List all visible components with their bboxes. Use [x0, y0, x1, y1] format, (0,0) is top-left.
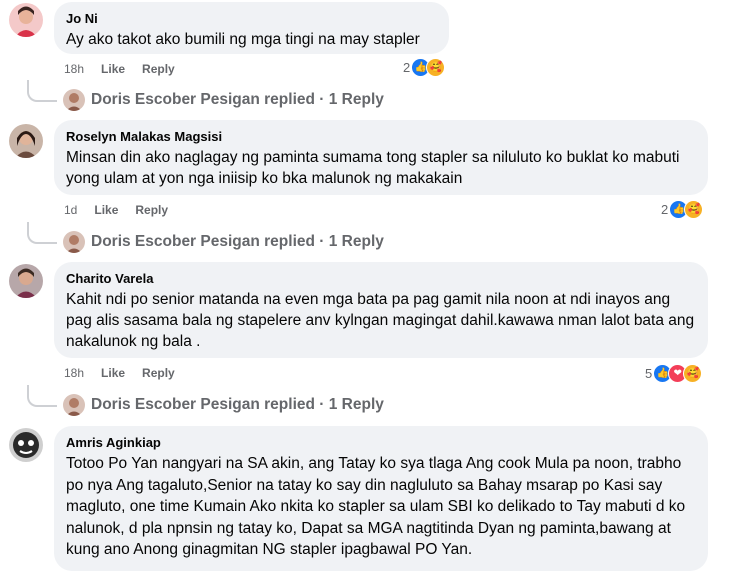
- reaction-count: 2: [661, 202, 669, 217]
- avatar[interactable]: [9, 3, 43, 37]
- comment-bubble: Jo Ni Ay ako takot ako bumili ng mga tin…: [54, 2, 449, 54]
- comment-time[interactable]: 1d: [64, 202, 77, 218]
- comment-bubble: Amris Aginkiap Totoo Po Yan nangyari na …: [54, 426, 708, 571]
- thread-connector: [27, 222, 57, 244]
- comment-text: Minsan din ako naglagay ng paminta sumam…: [66, 149, 680, 187]
- replied-text: Doris Escober Pesigan replied · 1 Reply: [91, 91, 384, 108]
- avatar[interactable]: [9, 264, 43, 298]
- reply-button[interactable]: Reply: [142, 61, 175, 77]
- like-button[interactable]: Like: [94, 202, 118, 218]
- comment-time[interactable]: 18h: [64, 61, 84, 77]
- like-button[interactable]: Like: [101, 61, 125, 77]
- view-replies-link[interactable]: Doris Escober Pesigan replied · 1 Reply: [63, 394, 384, 416]
- reaction-summary[interactable]: 2 👍 🥰: [403, 58, 446, 77]
- comment-text: Totoo Po Yan nangyari na SA akin, ang Ta…: [66, 455, 686, 558]
- reply-button[interactable]: Reply: [135, 202, 168, 218]
- replied-text: Doris Escober Pesigan replied · 1 Reply: [91, 396, 384, 413]
- avatar: [63, 394, 85, 416]
- view-replies-link[interactable]: Doris Escober Pesigan replied · 1 Reply: [63, 89, 384, 111]
- like-button[interactable]: Like: [101, 365, 125, 381]
- reaction-summary[interactable]: 2 👍 🥰: [661, 200, 704, 219]
- comment-actions: 1d Like Reply: [64, 202, 168, 218]
- comment-actions: 18h Like Reply: [64, 365, 175, 381]
- view-replies-link[interactable]: Doris Escober Pesigan replied · 1 Reply: [63, 231, 384, 253]
- comment-author[interactable]: Jo Ni: [66, 10, 437, 27]
- thread-connector: [27, 80, 57, 102]
- replied-text: Doris Escober Pesigan replied · 1 Reply: [91, 233, 384, 250]
- reaction-summary[interactable]: 5 👍 ❤ 🥰: [645, 364, 703, 383]
- care-icon: 🥰: [426, 58, 446, 77]
- comment-author[interactable]: Amris Aginkiap: [66, 434, 696, 451]
- care-icon: 🥰: [684, 200, 704, 219]
- avatar: [63, 89, 85, 111]
- comment-actions: 18h Like Reply: [64, 61, 175, 77]
- comment-author[interactable]: Charito Varela: [66, 270, 696, 287]
- comment-text: Kahit ndi po senior matanda na even mga …: [66, 291, 695, 350]
- comment-time[interactable]: 18h: [64, 365, 84, 381]
- comment-bubble: Roselyn Malakas Magsisi Minsan din ako n…: [54, 120, 708, 195]
- reaction-count: 5: [645, 366, 653, 381]
- avatar[interactable]: [9, 428, 43, 462]
- care-icon: 🥰: [683, 364, 703, 383]
- comment-text: Ay ako takot ako bumili ng mga tingi na …: [66, 31, 420, 48]
- thread-connector: [27, 385, 57, 407]
- comment-bubble: Charito Varela Kahit ndi po senior matan…: [54, 262, 708, 358]
- reply-button[interactable]: Reply: [142, 365, 175, 381]
- comment-author[interactable]: Roselyn Malakas Magsisi: [66, 128, 696, 145]
- avatar: [63, 231, 85, 253]
- reaction-count: 2: [403, 60, 411, 75]
- avatar[interactable]: [9, 124, 43, 158]
